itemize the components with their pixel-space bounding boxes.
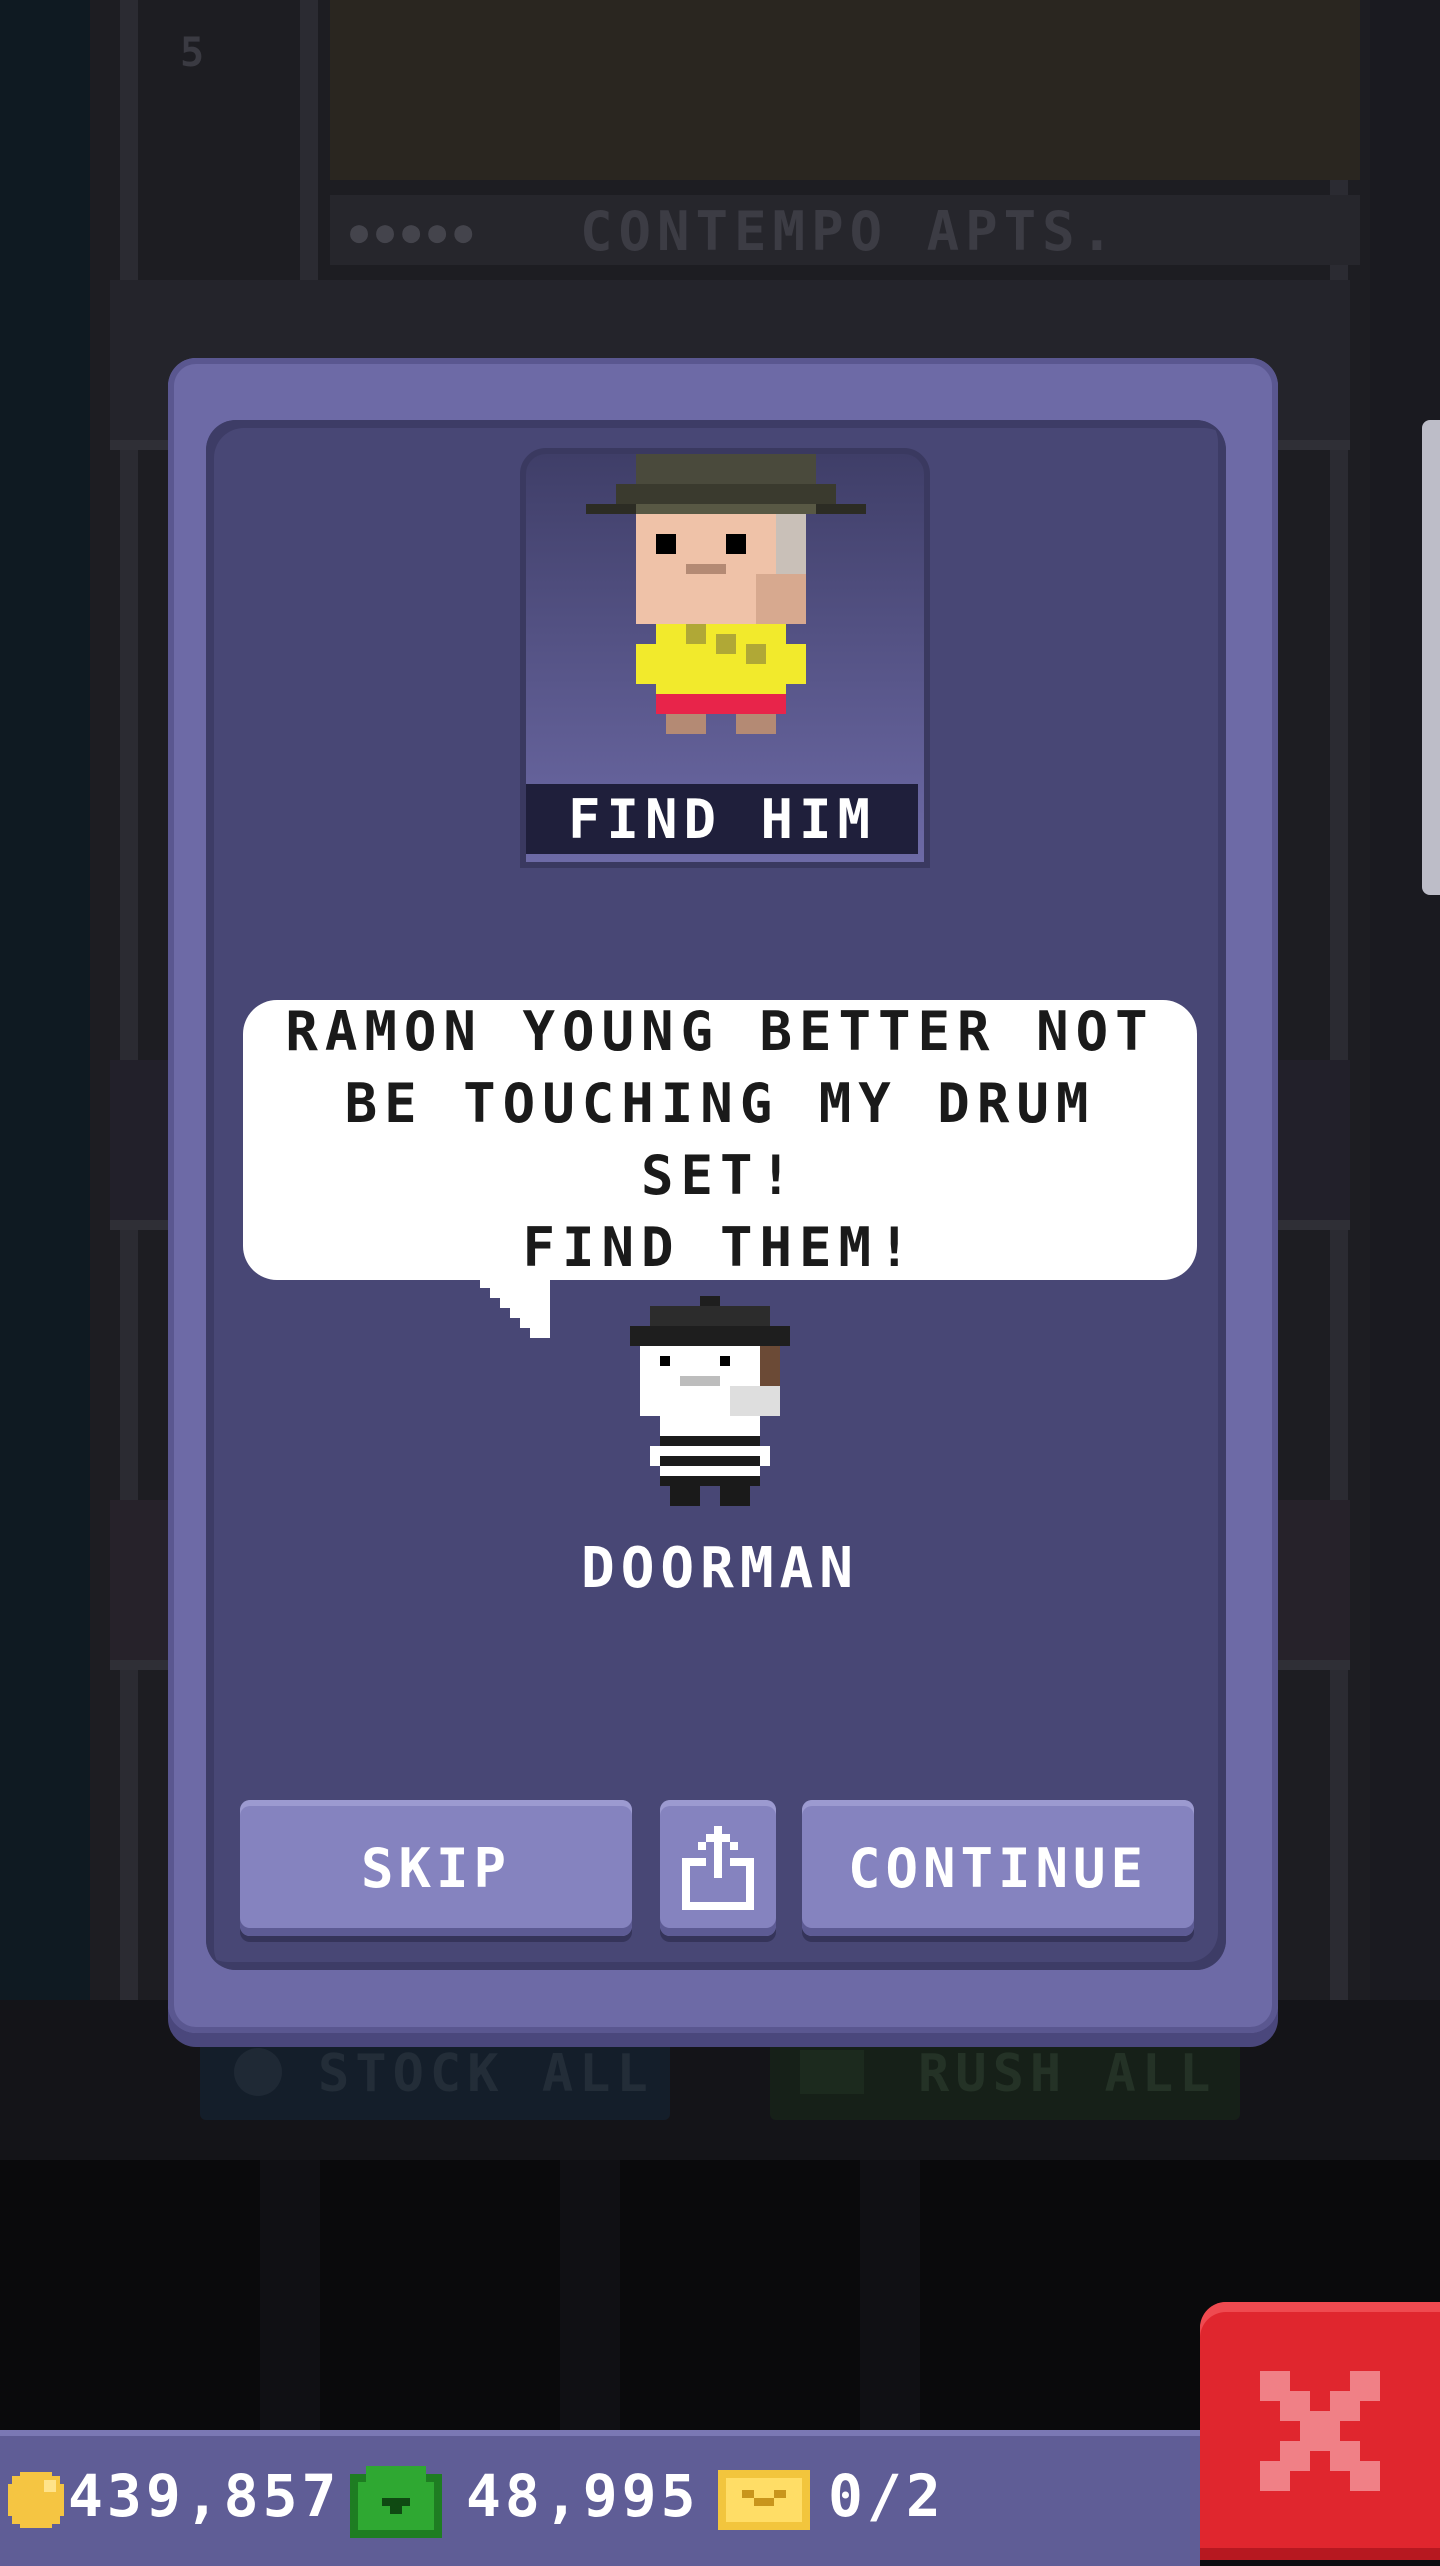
- close-icon: [1260, 2371, 1380, 2491]
- share-button[interactable]: [660, 1800, 776, 1936]
- coin-icon: [8, 2472, 64, 2528]
- continue-button[interactable]: CONTINUE: [802, 1800, 1194, 1936]
- stock-all-label: STOCK ALL: [318, 2044, 654, 2104]
- lobby-column: [260, 2160, 320, 2430]
- speaker-name: DOORMAN: [580, 1536, 859, 1601]
- lobby-column: [560, 2160, 620, 2430]
- bux-icon: [350, 2466, 442, 2538]
- target-character-sprite: [586, 454, 866, 734]
- residents-indicator: ●●●●●: [350, 215, 481, 250]
- close-button[interactable]: [1200, 2302, 1440, 2560]
- speech-bubble: RAMON YOUNG BETTER NOT BE TOUCHING MY DR…: [243, 1000, 1197, 1280]
- continue-label: CONTINUE: [847, 1836, 1149, 1900]
- skip-button[interactable]: SKIP: [240, 1800, 632, 1936]
- ticket-icon: [718, 2470, 810, 2530]
- doorman-sprite: [630, 1296, 790, 1506]
- portrait-caption-bar: FIND HIM: [526, 784, 918, 854]
- tower-left-edge: [0, 0, 90, 2000]
- rush-all-label: RUSH ALL: [918, 2044, 1217, 2104]
- speech-text: RAMON YOUNG BETTER NOT BE TOUCHING MY DR…: [280, 996, 1160, 1284]
- side-scroll-tab[interactable]: [1422, 420, 1440, 895]
- portrait-caption: FIND HIM: [567, 787, 877, 851]
- floor-number: 5: [180, 30, 205, 76]
- speech-line: BE TOUCHING MY DRUM SET!: [344, 1072, 1096, 1207]
- speech-line: FIND THEM!: [522, 1216, 918, 1279]
- clock-icon: [230, 2044, 286, 2104]
- floor-name: CONTEMPO APTS.: [580, 200, 1120, 263]
- lobby-column: [860, 2160, 920, 2430]
- bux-count: 48,995: [466, 2462, 700, 2530]
- speech-line: RAMON YOUNG BETTER NOT: [285, 1000, 1155, 1063]
- skip-label: SKIP: [360, 1836, 512, 1900]
- coin-count: 439,857: [68, 2462, 341, 2530]
- tower-right-edge: [1370, 0, 1440, 2000]
- share-icon: [682, 1826, 754, 1910]
- bux-icon: [800, 2050, 864, 2098]
- floor-room-top: [330, 0, 1360, 180]
- ticket-count: 0/2: [828, 2462, 945, 2530]
- stock-all-button[interactable]: STOCK ALL: [200, 2030, 670, 2120]
- rush-all-button[interactable]: RUSH ALL: [770, 2030, 1240, 2120]
- speech-bubble-tail: [480, 1278, 550, 1338]
